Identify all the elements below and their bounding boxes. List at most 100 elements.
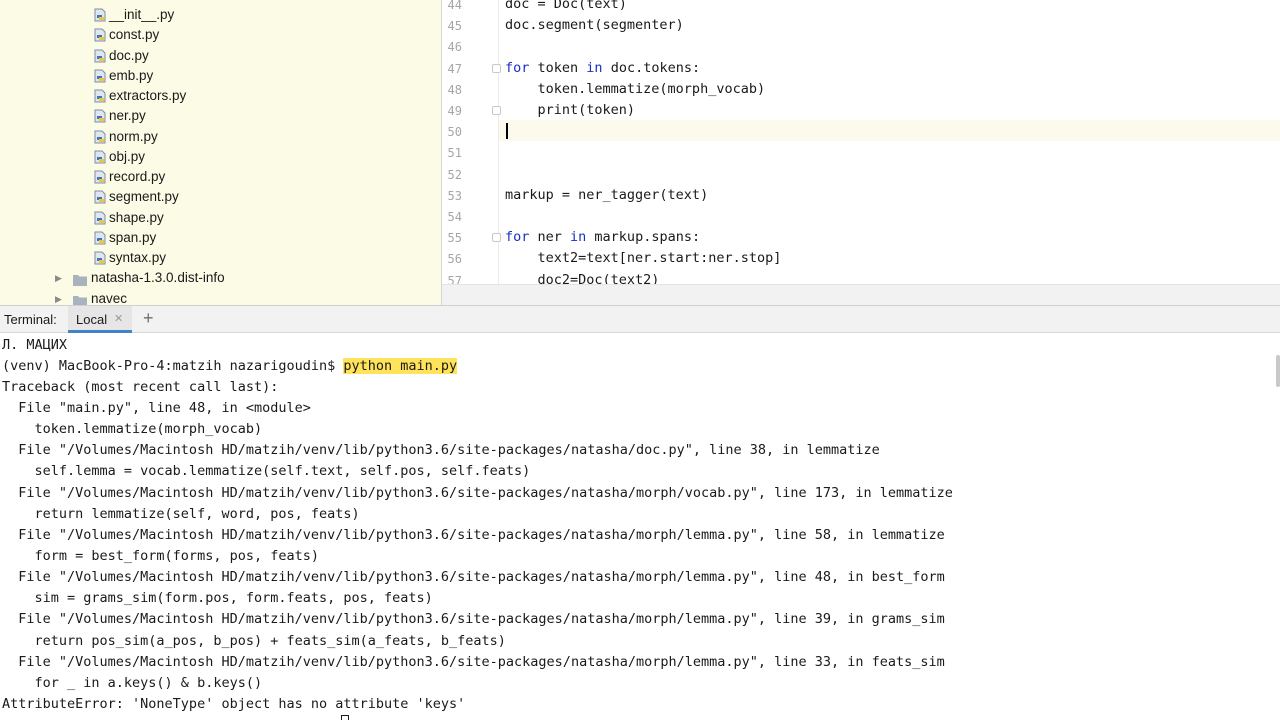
terminal-tab-bar: Terminal: Local ✕ + (0, 305, 1280, 333)
python-file-icon (94, 49, 106, 63)
code-line[interactable]: for token in doc.tokens: (505, 58, 700, 79)
terminal-output-line: File "/Volumes/Macintosh HD/matzih/venv/… (2, 611, 945, 628)
line-number: 50 (447, 125, 462, 140)
tree-file-label: __init__.py (109, 7, 175, 22)
tree-file-label: emb.py (109, 67, 154, 83)
tree-folder-label: navec (91, 290, 128, 306)
error-message-line: AttributeError: 'NoneType' object has no… (2, 696, 466, 713)
tree-file-label: ner.py (109, 108, 146, 124)
tree-file-label: span.py (109, 229, 157, 245)
tree-file-label: segment.py (109, 189, 179, 205)
terminal-output-line: token.lemmatize(morph_vocab) (2, 421, 263, 438)
tree-file-item[interactable]: norm.py (0, 127, 441, 147)
code-line[interactable]: print(token) (505, 100, 636, 121)
tree-file-item[interactable]: span.py (0, 228, 441, 248)
code-line[interactable]: text2=text[ner.start:ner.stop] (505, 248, 782, 269)
expand-arrow-icon[interactable]: ▶ (55, 268, 65, 288)
terminal-cursor (341, 715, 349, 720)
tab-local[interactable]: Local ✕ (68, 306, 132, 333)
tree-file-item[interactable]: shape.py (0, 208, 441, 228)
tree-file-item[interactable]: doc.py (0, 46, 441, 66)
project-tree: __init__.py const.py doc.py emb.py extractor… (0, 0, 441, 305)
tree-file-label: obj.py (109, 148, 146, 164)
line-number: 55 (447, 231, 462, 246)
code-line[interactable]: markup = ner_tagger(text) (505, 185, 708, 206)
python-file-icon (94, 211, 106, 225)
line-number: 47 (447, 61, 462, 76)
terminal-output-line: sim = grams_sim(form.pos, form.feats, po… (2, 590, 433, 607)
terminal-output-line: Traceback (most recent call last): (2, 378, 279, 395)
code-line[interactable]: token.lemmatize(morph_vocab) (505, 79, 766, 100)
tree-file-item[interactable]: emb.py (0, 66, 441, 86)
folder-icon (73, 272, 87, 287)
terminal-output-line: return pos_sim(a_pos, b_pos) + feats_sim… (2, 632, 506, 649)
editor-scroll-area[interactable] (442, 284, 1280, 305)
python-file-icon (94, 89, 106, 103)
tree-file-item[interactable]: record.py (0, 167, 441, 187)
line-number-gutter: 44 45 46 47 48 49 50 51 52 53 54 55 56 57 (442, 0, 498, 284)
tree-folder-label: natasha-1.3.0.dist-info (91, 270, 225, 286)
tree-file-label: syntax.py (109, 250, 167, 265)
python-file-icon (94, 231, 106, 245)
line-number: 49 (447, 104, 462, 118)
plus-icon[interactable]: + (143, 308, 154, 329)
tree-file-item[interactable]: extractors.py (0, 86, 441, 106)
terminal-prompt-line: (venv) MacBook-Pro-4:matzih nazarigoudin… (2, 356, 458, 377)
terminal-output-line: form = best_form(forms, pos, feats) (2, 548, 319, 564)
folder-icon (73, 293, 87, 305)
code-line[interactable]: doc = Doc(text) (505, 0, 627, 15)
python-file-icon (94, 150, 106, 164)
python-file-icon (94, 130, 106, 144)
terminal-output-line: File "/Volumes/Macintosh HD/matzih/venv/… (2, 484, 953, 501)
terminal-output[interactable]: Л. МАЦИХ (venv) MacBook-Pro-4:matzih naza… (0, 333, 1280, 720)
fold-marker-icon[interactable] (492, 63, 501, 73)
python-file-icon (94, 109, 106, 123)
code-editor[interactable]: 44 45 46 47 48 49 50 51 52 53 54 55 56 57 doc = Doc(t… (442, 0, 1280, 284)
python-file-icon (94, 8, 106, 22)
tree-file-item[interactable]: const.py (0, 25, 441, 45)
fold-marker-icon[interactable] (492, 106, 501, 115)
tree-file-item[interactable]: obj.py (0, 147, 441, 167)
close-icon[interactable]: ✕ (114, 312, 123, 325)
terminal-panel-label: Terminal: (4, 312, 57, 327)
fold-marker-icon[interactable] (492, 233, 501, 243)
python-file-icon (94, 251, 106, 265)
python-file-icon (94, 28, 106, 42)
terminal-output-line: for _ in a.keys() & b.keys() (2, 674, 263, 691)
line-number: 53 (447, 188, 462, 203)
tree-file-label: extractors.py (109, 88, 187, 103)
tree-folder-item[interactable]: ▶ navec (0, 289, 441, 306)
code-line[interactable]: doc2=Doc(text2) (505, 270, 660, 284)
terminal-output-line: File "/Volumes/Macintosh HD/matzih/venv/… (2, 526, 945, 543)
tree-file-label: doc.py (109, 47, 149, 63)
expand-arrow-icon[interactable]: ▶ (55, 289, 65, 306)
tree-file-item[interactable]: ner.py (0, 106, 441, 126)
code-line[interactable]: for ner in markup.spans: (505, 227, 700, 248)
code-line[interactable]: doc.segment(segmenter) (505, 15, 684, 36)
tree-file-label: const.py (109, 27, 160, 43)
terminal-output-line: File "/Volumes/Macintosh HD/matzih/venv/… (2, 569, 945, 586)
shell-prompt: (venv) MacBook-Pro-4:matzih nazarigoudin… (2, 357, 344, 374)
tree-file-item[interactable]: syntax.py (0, 248, 441, 268)
tree-folder-item[interactable]: ▶ natasha-1.3.0.dist-info (0, 268, 441, 288)
line-number: 52 (447, 167, 462, 182)
current-line-highlight (499, 120, 1280, 141)
terminal-output-line: return lemmatize(self, word, pos, feats) (2, 505, 360, 522)
python-file-icon (94, 170, 106, 184)
line-number: 56 (447, 252, 462, 267)
tree-file-item[interactable]: __init__.py (0, 5, 441, 25)
python-file-icon (94, 190, 106, 204)
line-number: 45 (447, 19, 462, 34)
tree-file-label: norm.py (109, 128, 158, 144)
tree-file-label: record.py (109, 169, 166, 184)
line-number: 44 (447, 0, 462, 12)
terminal-scrollbar[interactable] (1276, 355, 1280, 387)
python-file-icon (94, 69, 106, 83)
line-number: 46 (447, 40, 462, 55)
line-number: 57 (447, 273, 462, 284)
terminal-output-line: self.lemma = vocab.lemmatize(self.text, … (2, 463, 531, 480)
tree-file-item[interactable]: segment.py (0, 187, 441, 207)
line-number: 51 (447, 146, 462, 161)
highlighted-command: python main.py (343, 357, 458, 374)
tree-file-label: shape.py (109, 209, 164, 225)
